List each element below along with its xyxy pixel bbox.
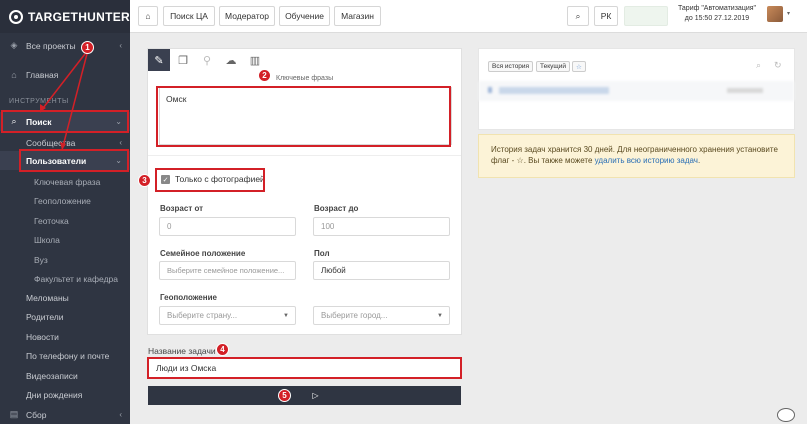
nav-shop[interactable]: Магазин bbox=[334, 6, 381, 26]
age-from-input[interactable]: 0 bbox=[159, 217, 296, 236]
delete-history-link[interactable]: удалить всю историю задач bbox=[595, 156, 698, 165]
country-select-text: Выберите страну... bbox=[167, 311, 238, 320]
age-from-label: Возраст от bbox=[160, 204, 204, 213]
upload-icon: ☁ bbox=[225, 54, 237, 67]
history-row-title bbox=[499, 87, 609, 94]
age-to-input[interactable]: 100 bbox=[313, 217, 450, 236]
step-badge-2: 2 bbox=[258, 69, 271, 82]
family-label: Семейное положение bbox=[160, 249, 246, 258]
sidebar-item-news[interactable]: Новости bbox=[0, 327, 130, 346]
sidebar-item-label: Геоположение bbox=[34, 195, 91, 206]
sidebar-item-label: Видеозаписи bbox=[26, 370, 78, 381]
geo-label: Геоположение bbox=[160, 293, 217, 302]
copy-icon: ❐ bbox=[178, 54, 188, 67]
tab-location[interactable]: ⚲ bbox=[196, 49, 218, 71]
sidebar-item-label: Школа bbox=[34, 234, 60, 245]
tab-edit[interactable]: ✎ bbox=[148, 49, 170, 71]
sidebar-item-school[interactable]: Школа bbox=[0, 230, 130, 249]
highlight-only-photo bbox=[155, 168, 265, 192]
step-1-arrows bbox=[39, 49, 89, 151]
sidebar-item-videos[interactable]: Видеозаписи bbox=[0, 366, 130, 385]
plan-name: Тариф "Автоматизация" bbox=[677, 5, 757, 12]
pin-icon: ⚲ bbox=[202, 54, 212, 67]
city-select[interactable]: Выберите город... ▼ bbox=[313, 306, 450, 325]
sex-select[interactable]: Любой bbox=[313, 261, 450, 280]
caret-down-icon: ▼ bbox=[437, 312, 443, 319]
step-badge-5: 5 bbox=[278, 389, 291, 402]
tab-book[interactable]: ▥ bbox=[244, 49, 266, 71]
book-icon: ▥ bbox=[249, 54, 261, 67]
tab-upload[interactable]: ☁ bbox=[220, 49, 242, 71]
history-row-marker bbox=[488, 87, 492, 93]
sidebar-item-label: Сбор bbox=[26, 409, 47, 420]
sidebar-item-label: Геоточка bbox=[34, 215, 69, 226]
chat-icon[interactable] bbox=[777, 408, 795, 422]
home-icon: ⌂ bbox=[145, 11, 151, 21]
nav-search-ca[interactable]: Поиск ЦА bbox=[163, 6, 215, 26]
star-icon: ☆ bbox=[576, 63, 582, 71]
search-icon: ⌕ bbox=[575, 10, 581, 21]
country-select[interactable]: Выберите страну... ▼ bbox=[159, 306, 296, 325]
chevron-left-icon: ‹ bbox=[119, 410, 122, 419]
plan-expiry: до 15:50 27.12.2019 bbox=[684, 15, 750, 22]
history-row[interactable] bbox=[479, 81, 794, 101]
divider bbox=[148, 155, 461, 156]
plan-info[interactable]: Тариф "Автоматизация" до 15:50 27.12.201… bbox=[677, 4, 757, 24]
tab-copy[interactable]: ❐ bbox=[172, 49, 194, 71]
notice-end: . bbox=[697, 156, 701, 165]
search-form-panel: ✎ ❐ ⚲ ☁ ▥ Ключевые фразы Омск ✓ Только с… bbox=[147, 48, 462, 335]
step-badge-4: 4 bbox=[216, 343, 229, 356]
sidebar-item-university[interactable]: Вуз bbox=[0, 250, 130, 269]
highlight-task-name bbox=[147, 357, 462, 379]
sidebar-item-geoposition[interactable]: Геоположение bbox=[0, 191, 130, 210]
balance-badge bbox=[624, 6, 668, 26]
step-badge-1: 1 bbox=[81, 41, 94, 54]
edit-icon: ✎ bbox=[154, 54, 164, 67]
home-button[interactable]: ⌂ bbox=[138, 6, 158, 26]
nav-moderator[interactable]: Модератор bbox=[219, 6, 275, 26]
step-badge-3: 3 bbox=[138, 174, 151, 187]
refresh-icon[interactable]: ↻ bbox=[774, 60, 782, 71]
sidebar-item-label: Факультет и кафедра bbox=[34, 273, 118, 284]
highlight-keywords bbox=[156, 86, 451, 147]
history-row-actions bbox=[727, 88, 763, 93]
run-button[interactable]: ▷ bbox=[148, 386, 461, 405]
nav-learning[interactable]: Обучение bbox=[279, 6, 330, 26]
play-icon: ▷ bbox=[312, 391, 319, 400]
age-to-label: Возраст до bbox=[314, 204, 359, 213]
sidebar-item-faculty[interactable]: Факультет и кафедра bbox=[0, 269, 130, 288]
rk-button[interactable]: РК bbox=[594, 6, 618, 26]
keywords-label: Ключевые фразы bbox=[276, 75, 334, 82]
sidebar-item-label: Вуз bbox=[34, 254, 48, 265]
sidebar-item-label: Новости bbox=[26, 331, 59, 342]
sidebar-item-label: По телефону и почте bbox=[26, 350, 110, 361]
sidebar-item-label: Ключевая фраза bbox=[34, 176, 101, 187]
sidebar-item-label: Меломаны bbox=[26, 292, 69, 303]
sidebar-item-parents[interactable]: Родители bbox=[0, 307, 130, 326]
sidebar-item-birthdays[interactable]: Дни рождения bbox=[0, 385, 130, 404]
sidebar-item-keyword[interactable]: Ключевая фраза bbox=[0, 172, 130, 191]
history-notice: История задач хранится 30 дней. Для неог… bbox=[478, 134, 795, 178]
caret-down-icon[interactable]: ▾ bbox=[787, 10, 790, 17]
sidebar-item-phone-email[interactable]: По телефону и почте bbox=[0, 346, 130, 365]
star-filter-chip[interactable]: ☆ bbox=[572, 61, 586, 72]
search-icon[interactable]: ⌕ bbox=[756, 60, 761, 71]
family-select[interactable]: Выберите семейное положение... bbox=[159, 261, 296, 280]
top-navbar: ⌂ Поиск ЦА Модератор Обучение Магазин ⌕ … bbox=[130, 0, 807, 33]
history-panel: Вся история Текущий ☆ ⌕ ↻ bbox=[478, 48, 795, 130]
database-icon: ▤ bbox=[9, 409, 19, 419]
city-select-text: Выберите город... bbox=[321, 311, 388, 320]
sidebar-item-collection[interactable]: ▤ Сбор ‹ bbox=[0, 405, 130, 424]
current-chip[interactable]: Текущий bbox=[536, 61, 570, 72]
sidebar-item-music-lovers[interactable]: Меломаны bbox=[0, 288, 130, 307]
sex-label: Пол bbox=[314, 249, 330, 258]
caret-down-icon: ▼ bbox=[283, 312, 289, 319]
avatar[interactable] bbox=[767, 6, 783, 22]
sidebar-item-label: Дни рождения bbox=[26, 389, 83, 400]
all-history-chip[interactable]: Вся история bbox=[488, 61, 534, 72]
task-name-label: Название задачи bbox=[148, 346, 216, 356]
top-search-button[interactable]: ⌕ bbox=[567, 6, 589, 26]
sidebar-item-geopoint[interactable]: Геоточка bbox=[0, 211, 130, 230]
sidebar-item-label: Родители bbox=[26, 311, 64, 322]
